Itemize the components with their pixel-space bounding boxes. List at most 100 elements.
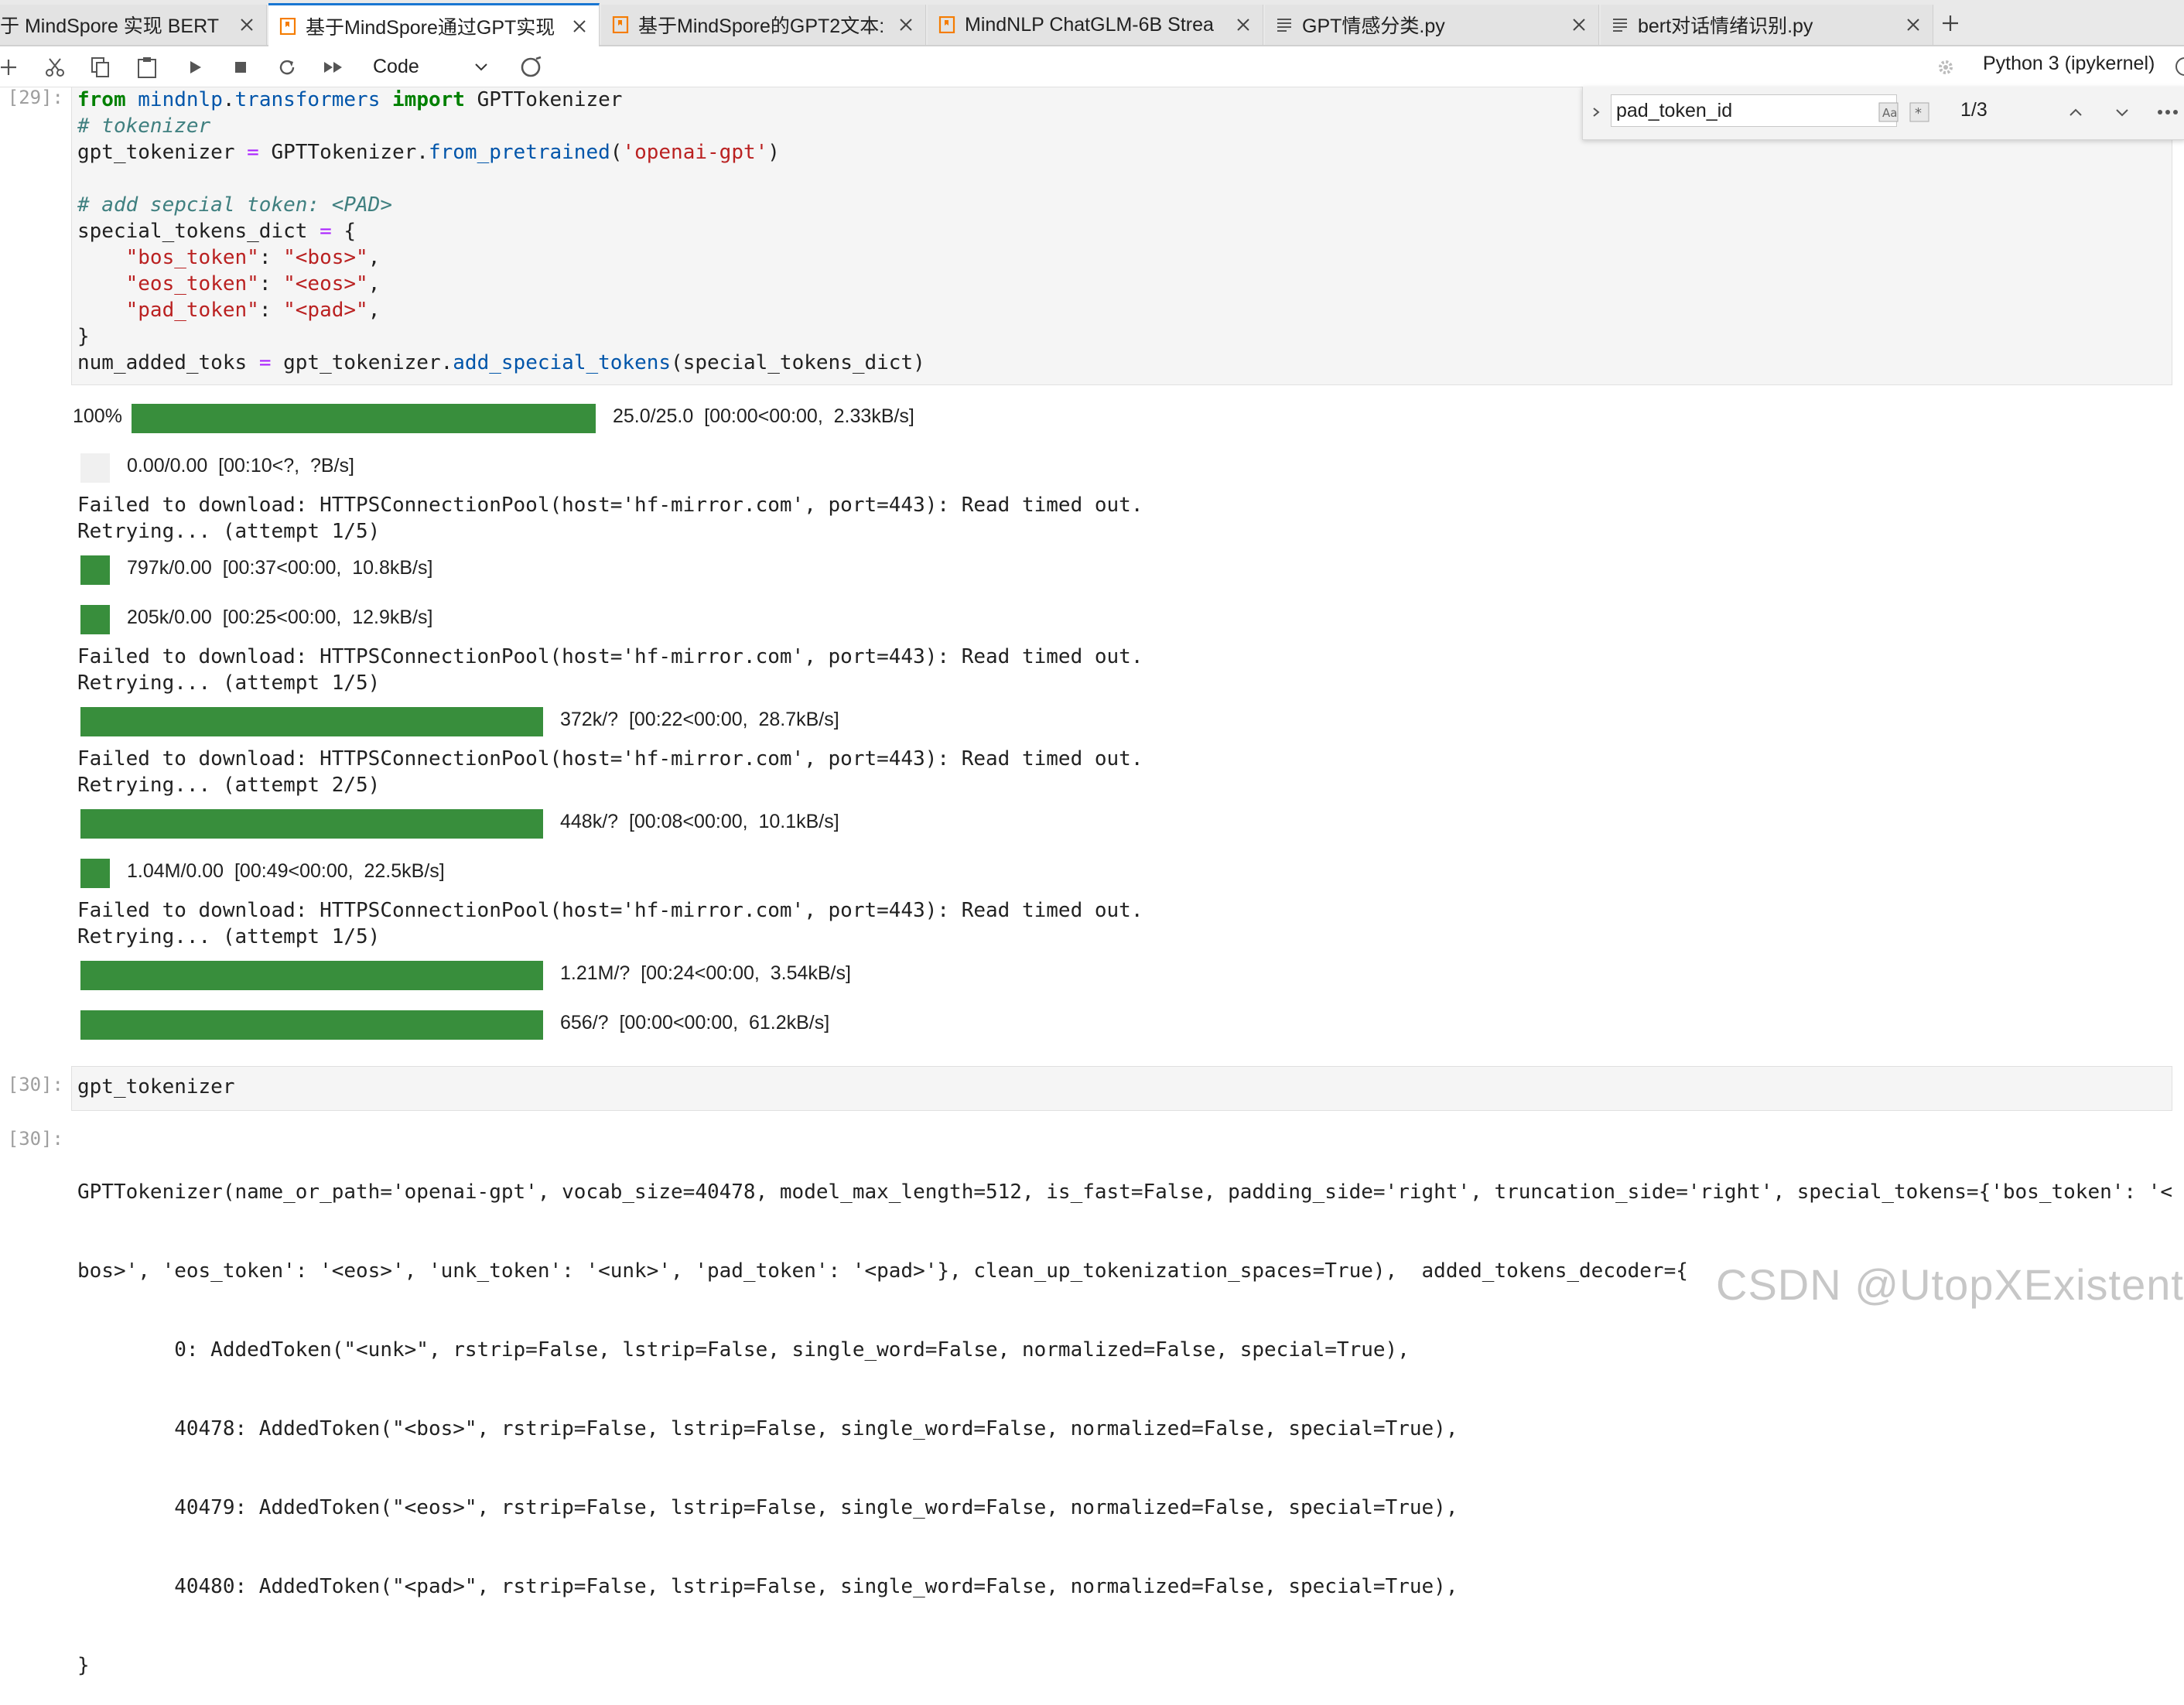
kernel-status-icon (2175, 57, 2184, 76)
close-icon[interactable] (896, 15, 916, 35)
progress-info: 448k/? [00:08<00:00, 10.1kB/s] (560, 811, 839, 832)
run-all-button[interactable] (320, 54, 347, 80)
tab-chatglm[interactable]: MindNLP ChatGLM-6B Strea (928, 5, 1263, 45)
output-line: 0: AddedToken("<unk>", rstrip=False, lst… (77, 1338, 1410, 1362)
file-text-icon (1613, 19, 1627, 32)
kernel-settings-button[interactable] (1933, 54, 1959, 80)
progress-info: 1.04M/0.00 [00:49<00:00, 22.5kB/s] (127, 860, 445, 882)
close-icon[interactable] (1903, 15, 1923, 35)
notebook-icon (279, 17, 296, 35)
progress-info: 656/? [00:00<00:00, 61.2kB/s] (560, 1012, 830, 1034)
retry-line: Retrying... (attempt 1/5) (77, 925, 381, 948)
chevron-up-icon[interactable] (2066, 102, 2086, 122)
copy-button[interactable] (87, 54, 114, 80)
progress-bar (80, 707, 543, 736)
tab-bar: 于 MindSpore 实现 BERT 基于MindSpore通过GPT实现 基… (0, 0, 2184, 46)
progress-bar (132, 404, 596, 433)
retry-line: Retrying... (attempt 1/5) (77, 520, 381, 543)
cell-input-prompt: [29]: (7, 87, 63, 108)
stderr-message: Failed to download: HTTPSConnectionPool(… (77, 897, 1143, 950)
progress-fill (80, 961, 543, 990)
progress-bar (80, 961, 543, 990)
gear-icon (1939, 60, 1953, 74)
output-line: } (77, 1654, 90, 1677)
notebook-toolbar: Code Python 3 (ipykernel) (0, 46, 2184, 87)
tab-label: bert对话情绪识别.py (1638, 15, 1813, 37)
cell-input-prompt: [30]: (7, 1074, 63, 1095)
cell-output: GPTTokenizer(name_or_path='openai-gpt', … (77, 1126, 2172, 1705)
progress-bar (80, 809, 543, 839)
close-icon[interactable] (1569, 15, 1589, 35)
match-count: 1/3 (1960, 99, 1987, 121)
stop-icon (235, 62, 246, 73)
progress-bar (80, 1010, 543, 1040)
tab-bert-emotion[interactable]: bert对话情绪识别.py (1601, 5, 1933, 45)
cut-button[interactable] (42, 54, 68, 80)
tab-gpt2[interactable]: 基于MindSpore的GPT2文本: (601, 5, 926, 45)
code-line: "pad_token": "<pad>", (125, 299, 381, 322)
progress-info: 205k/0.00 [00:25<00:00, 12.9kB/s] (127, 606, 433, 628)
insert-cell-button[interactable] (0, 54, 22, 80)
restart-button[interactable] (274, 54, 300, 80)
stop-button[interactable] (227, 54, 254, 80)
tab-label: MindNLP ChatGLM-6B Strea (965, 13, 1214, 36)
progress-fill (80, 859, 110, 888)
clipboard-icon (138, 57, 156, 78)
output-line: 40479: AddedToken("<eos>", rstrip=False,… (77, 1496, 1458, 1519)
tab-label: GPT情感分类.py (1302, 15, 1445, 37)
code-line: from mindnlp.transformers import GPTToke… (77, 88, 623, 111)
error-line: Failed to download: HTTPSConnectionPool(… (77, 899, 1143, 922)
code-line: "eos_token": "<eos>", (125, 272, 381, 296)
code-line: # tokenizer (77, 114, 211, 138)
expand-replace-icon[interactable] (1591, 105, 1601, 119)
plus-icon (1943, 15, 1958, 31)
notebook-icon (938, 16, 955, 33)
kernel-name[interactable]: Python 3 (ipykernel) (1983, 53, 2155, 75)
paste-button[interactable] (134, 54, 160, 80)
run-button[interactable] (182, 54, 208, 80)
regex-icon[interactable]: * (1909, 102, 1929, 122)
progress-info: 25.0/25.0 [00:00<00:00, 2.33kB/s] (613, 405, 914, 427)
more-icon[interactable] (2155, 102, 2180, 122)
progress-fill (80, 1010, 543, 1040)
progress-info: 372k/? [00:22<00:00, 28.7kB/s] (560, 709, 839, 730)
code-cell-input[interactable] (71, 1066, 2172, 1111)
progress-bar (80, 555, 110, 585)
progress-info: 1.21M/? [00:24<00:00, 3.54kB/s] (560, 962, 851, 984)
chevron-down-icon[interactable] (2112, 102, 2132, 122)
close-icon[interactable] (1233, 15, 1253, 35)
tab-bert[interactable]: 于 MindSpore 实现 BERT (0, 5, 267, 45)
close-icon[interactable] (237, 15, 257, 35)
progress-percent: 100% (73, 405, 122, 427)
code-line: # add sepcial token: <PAD> (77, 193, 392, 217)
git-button[interactable] (515, 54, 546, 80)
svg-text:*: * (1915, 105, 1922, 121)
new-tab-button[interactable] (1934, 6, 1967, 40)
retry-line: Retrying... (attempt 2/5) (77, 774, 381, 797)
tab-gpt[interactable]: 基于MindSpore通过GPT实现 (268, 3, 600, 46)
output-line: 40478: AddedToken("<bos>", rstrip=False,… (77, 1417, 1458, 1440)
retry-line: Retrying... (attempt 1/5) (77, 671, 381, 695)
error-line: Failed to download: HTTPSConnectionPool(… (77, 494, 1143, 517)
progress-bar (80, 859, 110, 888)
stderr-message: Failed to download: HTTPSConnectionPool(… (77, 746, 1143, 798)
cell-output-prompt: [30]: (7, 1128, 63, 1150)
progress-fill (80, 707, 543, 736)
scissors-icon (46, 58, 64, 77)
tab-label: 于 MindSpore 实现 BERT (0, 15, 219, 37)
code-line: } (77, 325, 90, 348)
code-line: num_added_toks = gpt_tokenizer.add_speci… (77, 351, 925, 374)
cell-type-select[interactable]: Code (364, 51, 495, 82)
match-case-icon[interactable]: Aa (1878, 102, 1899, 122)
tab-gpt-sentiment[interactable]: GPT情感分类.py (1265, 5, 1599, 45)
close-icon[interactable] (569, 16, 590, 36)
code-line[interactable]: gpt_tokenizer (77, 1074, 235, 1100)
progress-bar (80, 605, 110, 634)
find-input[interactable]: pad_token_id (1611, 94, 1897, 127)
progress-bar (80, 453, 110, 483)
code-line: special_tokens_dict = { (77, 220, 357, 243)
git-icon (521, 56, 542, 77)
output-line: GPTTokenizer(name_or_path='openai-gpt', … (77, 1181, 2173, 1204)
svg-text:Aa: Aa (1882, 106, 1897, 120)
stderr-message: Failed to download: HTTPSConnectionPool(… (77, 644, 1143, 696)
